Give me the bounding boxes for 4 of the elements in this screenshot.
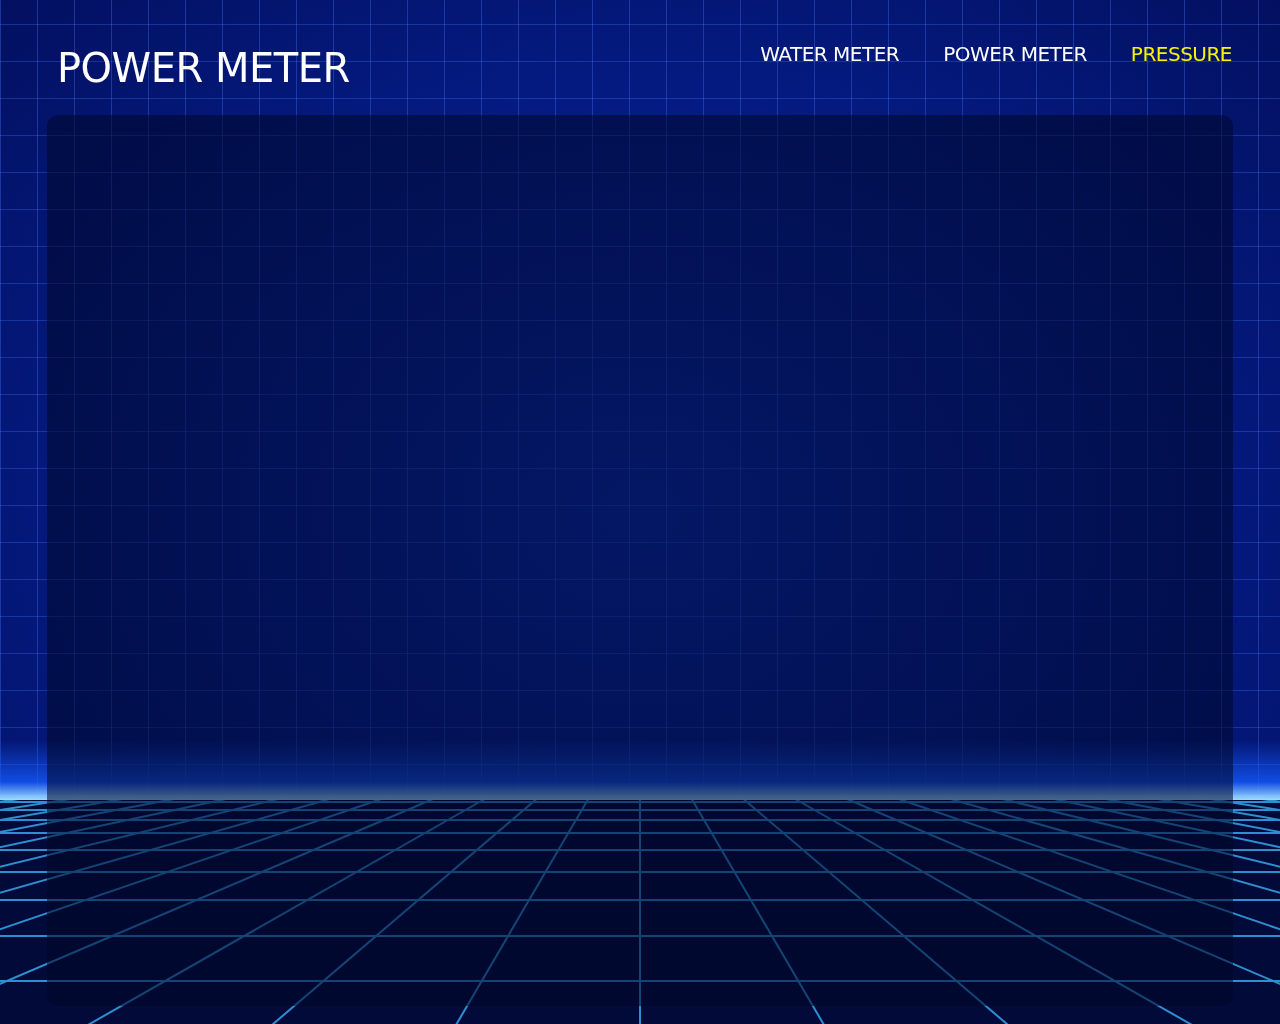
nav-link[interactable]: POWER METER <box>943 42 1087 66</box>
page-title: POWER METER <box>57 46 350 90</box>
nav-link[interactable]: WATER METER <box>760 42 900 66</box>
nav-link[interactable]: PRESSURE <box>1130 42 1232 66</box>
